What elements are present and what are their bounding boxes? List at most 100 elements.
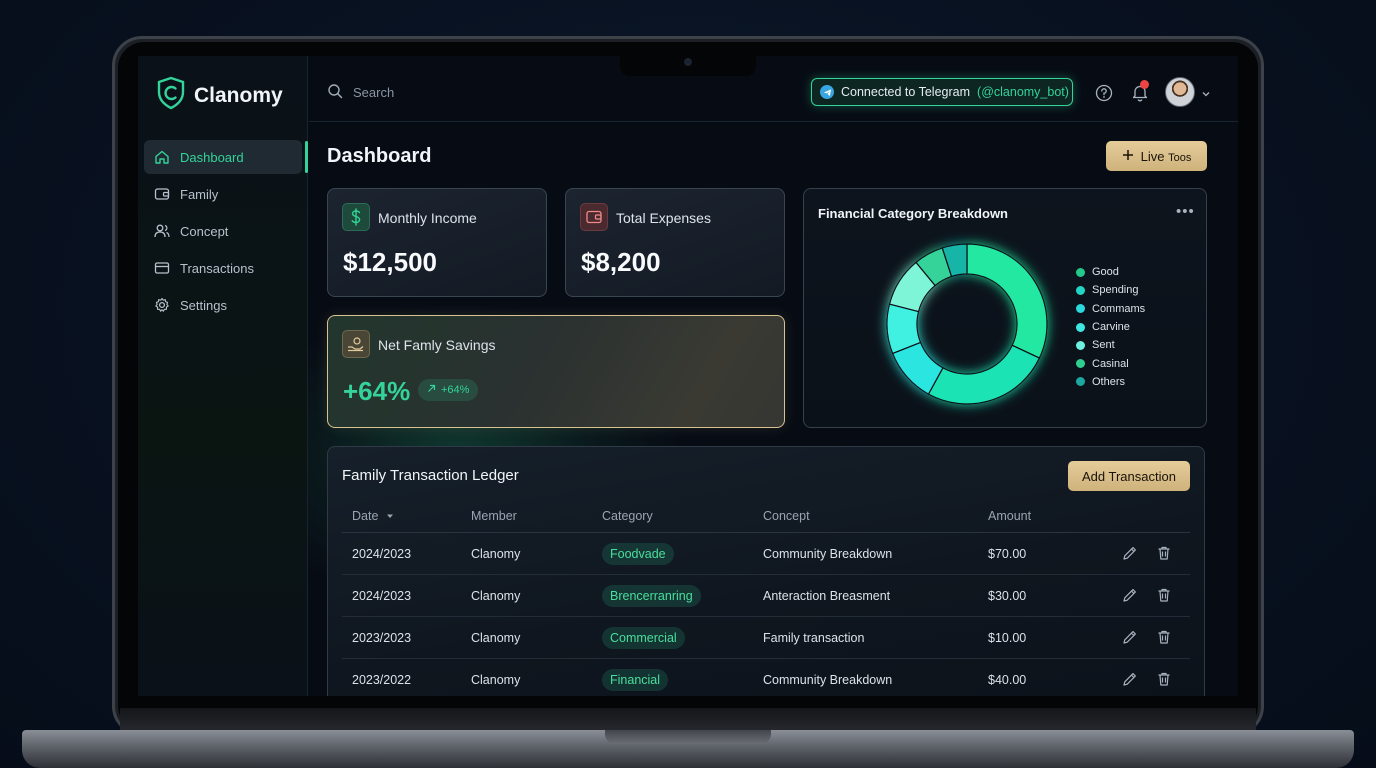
table-row[interactable]: 2024/2023 Clanomy Foodvade Community Bre… xyxy=(342,533,1190,575)
legend-dot xyxy=(1076,322,1085,332)
screen: Clanomy Dashboard Family Concept Transac… xyxy=(138,56,1238,696)
cell-date: 2024/2023 xyxy=(352,547,412,561)
cell-member: Clanomy xyxy=(471,673,521,687)
legend-item-others[interactable]: Others xyxy=(1076,373,1145,391)
more-options-icon[interactable]: ••• xyxy=(1176,203,1195,220)
category-tag: Financial xyxy=(602,669,669,691)
cell-concept: Community Breakdown xyxy=(763,673,893,687)
table-header: Date Member Category Concept Amount xyxy=(342,499,1190,533)
live-tools-button[interactable]: Live Toos xyxy=(1106,141,1207,171)
add-transaction-button[interactable]: Add Transaction xyxy=(1068,461,1190,491)
edit-icon[interactable] xyxy=(1122,671,1138,690)
trash-icon[interactable] xyxy=(1156,671,1172,690)
telegram-status[interactable]: Connected to Telegram (@clanomy_bot) xyxy=(811,78,1073,106)
telegram-text: Connected to Telegram xyxy=(841,85,971,99)
avatar[interactable] xyxy=(1165,77,1195,107)
cell-concept: Community Breakdown xyxy=(763,547,893,561)
edit-icon[interactable] xyxy=(1122,587,1138,606)
trash-icon[interactable] xyxy=(1156,629,1172,648)
cell-amount: $30.00 xyxy=(988,589,1027,603)
sidebar-item-label: Dashboard xyxy=(180,149,244,165)
total-expenses-card: Total Expenses $8,200 xyxy=(565,188,785,297)
legend-item-commams[interactable]: Commams xyxy=(1076,300,1145,318)
expenses-value: $8,200 xyxy=(581,247,661,277)
live-button-label: Live Toos xyxy=(1140,148,1192,164)
column-concept[interactable]: Concept xyxy=(763,509,810,523)
laptop-hinge xyxy=(120,708,1256,732)
column-amount[interactable]: Amount xyxy=(988,509,1031,523)
active-indicator xyxy=(305,141,308,173)
edit-icon[interactable] xyxy=(1122,545,1138,564)
legend-label: Carvine xyxy=(1092,321,1130,334)
sidebar-item-dashboard[interactable]: Dashboard xyxy=(144,140,302,174)
trash-icon[interactable] xyxy=(1156,587,1172,606)
search-input[interactable]: Search xyxy=(327,83,394,102)
transaction-ledger: Family Transaction Ledger Add Transactio… xyxy=(327,446,1205,696)
legend-dot xyxy=(1076,340,1085,350)
edit-icon[interactable] xyxy=(1122,629,1138,648)
camera-notch xyxy=(620,56,756,76)
laptop-groove xyxy=(605,730,771,744)
legend-label: Sent xyxy=(1092,339,1115,352)
page-title: Dashboard xyxy=(327,145,432,167)
donut-chart xyxy=(886,243,1048,405)
chevron-down-icon[interactable] xyxy=(1201,86,1211,104)
ledger-title: Family Transaction Ledger xyxy=(342,467,519,484)
category-breakdown-card: Financial Category Breakdown ••• Good Spe… xyxy=(803,188,1207,428)
arrow-up-right-icon xyxy=(427,384,436,396)
sidebar-item-concept[interactable]: Concept xyxy=(144,214,302,248)
legend-dot xyxy=(1076,285,1085,295)
sidebar-item-transactions[interactable]: Transactions xyxy=(144,251,302,285)
savings-value: +64% xyxy=(343,376,411,406)
table-row[interactable]: 2023/2022 Clanomy Financial Community Br… xyxy=(342,659,1190,696)
sidebar-item-family[interactable]: Family xyxy=(144,177,302,211)
legend-label: Casinal xyxy=(1092,357,1129,370)
cell-amount: $40.00 xyxy=(988,673,1027,687)
camera-icon xyxy=(684,58,692,66)
legend-label: Others xyxy=(1092,375,1126,388)
sidebar-item-label: Transactions xyxy=(180,260,254,276)
legend-item-good[interactable]: Good xyxy=(1076,263,1145,281)
donut-slice-spending[interactable] xyxy=(927,344,1041,405)
legend-dot xyxy=(1076,267,1085,277)
brand-logo[interactable]: Clanomy xyxy=(156,76,283,115)
legend-item-carvine[interactable]: Carvine xyxy=(1076,318,1145,336)
sidebar-item-label: Family xyxy=(180,186,219,202)
income-label: Monthly Income xyxy=(378,210,477,226)
shield-logo-icon xyxy=(156,76,186,115)
category-tag: Brencerranring xyxy=(602,585,701,607)
cell-member: Clanomy xyxy=(471,547,521,561)
legend-label: Spending xyxy=(1092,284,1139,297)
cell-concept: Anteraction Breasment xyxy=(763,589,891,603)
income-value: $12,500 xyxy=(343,247,437,277)
trash-icon[interactable] xyxy=(1156,545,1172,564)
column-date[interactable]: Date xyxy=(352,509,394,523)
legend-label: Good xyxy=(1092,266,1119,279)
category-tag: Commercial xyxy=(602,627,685,649)
legend-item-spending[interactable]: Spending xyxy=(1076,281,1145,299)
plus-icon xyxy=(1122,149,1134,164)
cell-member: Clanomy xyxy=(471,631,521,645)
legend-label: Commams xyxy=(1092,302,1146,315)
help-icon[interactable] xyxy=(1095,84,1113,107)
savings-trend-badge: +64% xyxy=(418,379,479,401)
column-category[interactable]: Category xyxy=(602,509,653,523)
cell-concept: Family transaction xyxy=(763,631,865,645)
search-placeholder: Search xyxy=(353,85,395,100)
savings-label: Net Famly Savings xyxy=(378,337,496,353)
chart-legend: Good Spending Commams Carvine Sent Casinal Oth… xyxy=(1076,263,1145,391)
sidebar-item-settings[interactable]: Settings xyxy=(144,288,302,322)
cell-member: Clanomy xyxy=(471,589,521,603)
donut-slice-good[interactable] xyxy=(966,243,1048,359)
legend-item-sent[interactable]: Sent xyxy=(1076,336,1145,354)
savings-trend-value: +64% xyxy=(441,384,470,396)
column-member[interactable]: Member xyxy=(471,509,517,523)
sort-down-icon xyxy=(386,514,393,518)
sidebar-nav: Dashboard Family Concept Transactions Se… xyxy=(144,140,302,325)
search-icon xyxy=(327,83,343,102)
legend-item-casinal[interactable]: Casinal xyxy=(1076,354,1145,372)
wallet-icon xyxy=(154,186,170,202)
table-row[interactable]: 2024/2023 Clanomy Brencerranring Anterac… xyxy=(342,575,1190,617)
sidebar-item-label: Concept xyxy=(180,223,229,239)
table-row[interactable]: 2023/2023 Clanomy Commercial Family tran… xyxy=(342,617,1190,659)
